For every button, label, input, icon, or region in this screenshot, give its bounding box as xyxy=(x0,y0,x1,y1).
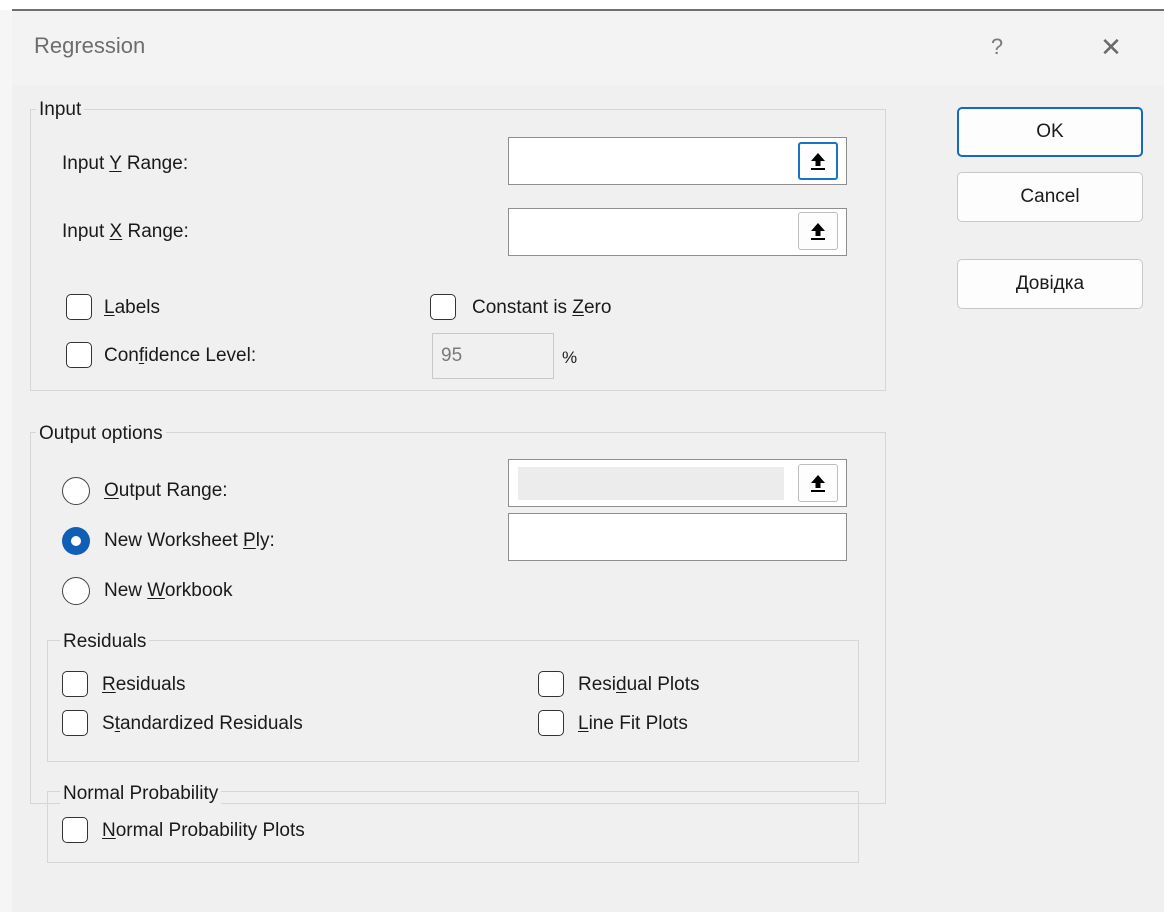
new-worksheet-ply-field[interactable] xyxy=(508,513,847,561)
residual-plots-checkbox[interactable] xyxy=(538,671,564,697)
normal-probability-plots-label[interactable]: Normal Probability Plots xyxy=(102,820,305,842)
labels-checkbox[interactable] xyxy=(66,294,92,320)
input-y-range-selector-button[interactable] xyxy=(798,142,838,180)
new-worksheet-ply-radio[interactable] xyxy=(62,527,90,555)
help-icon[interactable]: ? xyxy=(972,29,1022,65)
ok-button[interactable]: OK xyxy=(957,107,1143,157)
input-y-range-label: Input Y Range: xyxy=(62,153,189,174)
collapse-up-arrow-icon xyxy=(811,223,825,240)
standardized-residuals-label[interactable]: Standardized Residuals xyxy=(102,713,303,735)
output-range-radio[interactable] xyxy=(62,477,90,505)
residuals-group-label: Residuals xyxy=(60,631,150,653)
new-workbook-radio[interactable] xyxy=(62,577,90,605)
cancel-button[interactable]: Cancel xyxy=(957,172,1143,222)
input-x-range-label: Input X Range: xyxy=(62,221,189,242)
confidence-level-label[interactable]: Confidence Level: xyxy=(104,345,256,367)
normal-probability-group-label: Normal Probability xyxy=(60,783,222,805)
line-fit-plots-checkbox[interactable] xyxy=(538,710,564,736)
help-button[interactable]: Довідка xyxy=(957,259,1143,309)
new-worksheet-ply-label[interactable]: New Worksheet Ply: xyxy=(104,530,275,552)
confidence-level-checkbox[interactable] xyxy=(66,342,92,368)
constant-is-zero-checkbox[interactable] xyxy=(430,294,456,320)
normal-probability-plots-checkbox[interactable] xyxy=(62,817,88,843)
residuals-checkbox[interactable] xyxy=(62,671,88,697)
residuals-label[interactable]: Residuals xyxy=(102,674,185,696)
confidence-percent-sign: % xyxy=(562,348,578,367)
output-range-selector-button[interactable] xyxy=(798,464,838,502)
radio-selected-dot xyxy=(71,536,81,546)
dialog-title: Regression xyxy=(34,33,146,58)
labels-checkbox-label[interactable]: Labels xyxy=(104,297,160,319)
output-options-group-label: Output options xyxy=(36,423,166,445)
input-x-range-selector-button[interactable] xyxy=(798,212,838,250)
standardized-residuals-checkbox[interactable] xyxy=(62,710,88,736)
close-icon[interactable]: ✕ xyxy=(1086,29,1136,65)
residual-plots-label[interactable]: Residual Plots xyxy=(578,674,699,696)
regression-dialog: Regression ? ✕ Input Input Y Range: Inpu… xyxy=(12,11,1164,912)
residuals-group xyxy=(47,640,859,762)
output-range-field-disabled-area xyxy=(518,467,784,500)
output-range-label[interactable]: Output Range: xyxy=(104,480,228,502)
input-y-range-field[interactable] xyxy=(508,137,847,185)
new-workbook-label[interactable]: New Workbook xyxy=(104,580,233,602)
input-group-label: Input xyxy=(36,99,85,121)
title-bar[interactable]: Regression ? ✕ xyxy=(12,11,1164,85)
collapse-up-arrow-icon xyxy=(811,153,825,170)
confidence-level-input[interactable]: 95 xyxy=(432,333,554,379)
line-fit-plots-label[interactable]: Line Fit Plots xyxy=(578,713,688,735)
collapse-up-arrow-icon xyxy=(811,475,825,492)
input-x-range-field[interactable] xyxy=(508,208,847,256)
constant-is-zero-label[interactable]: Constant is Zero xyxy=(472,297,611,319)
